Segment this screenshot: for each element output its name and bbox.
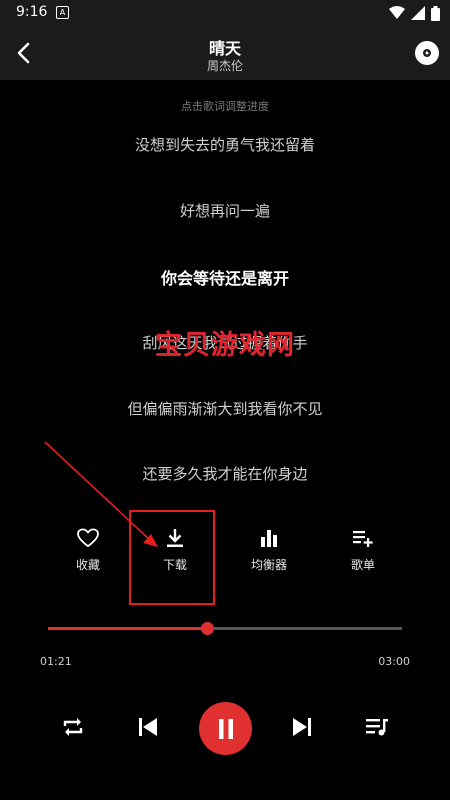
skip-previous-icon — [139, 718, 157, 736]
progress-fill — [48, 627, 208, 630]
status-icons — [389, 5, 440, 21]
lyric-line-current[interactable]: 你会等待还是离开 — [0, 265, 450, 289]
wifi-icon — [389, 6, 405, 19]
repeat-button[interactable] — [58, 712, 88, 742]
playback-controls — [0, 700, 450, 756]
lyric-line[interactable]: 好想再问一遍 — [0, 200, 450, 221]
signal-icon — [411, 6, 425, 20]
lyrics-seek-hint: 点击歌词调整进度 — [181, 100, 269, 113]
action-row: 收藏 下载 均衡器 歌单 — [0, 528, 450, 578]
favorite-label: 收藏 — [75, 558, 100, 572]
song-artist: 周杰伦 — [206, 59, 243, 73]
status-bar: 9:16 A — [0, 0, 450, 26]
repeat-icon — [63, 718, 83, 736]
watermark: 宝贝游戏网 — [155, 330, 295, 361]
skip-next-icon — [293, 718, 311, 736]
equalizer-button[interactable]: 均衡器 — [239, 528, 299, 573]
battery-icon — [431, 5, 440, 21]
lyric-line[interactable]: 没想到失去的勇气我还留着 — [0, 134, 450, 155]
equalizer-label: 均衡器 — [250, 558, 287, 572]
next-button[interactable] — [287, 712, 317, 742]
current-time: 01:21 — [40, 655, 72, 668]
disc-icon[interactable] — [414, 40, 440, 66]
playlist-add-icon — [353, 531, 373, 547]
queue-music-icon — [366, 719, 388, 736]
pause-button[interactable] — [199, 702, 252, 755]
status-time: 9:16 — [16, 4, 48, 20]
progress-thumb[interactable] — [201, 622, 215, 635]
pause-icon — [218, 718, 233, 739]
total-time: 03:00 — [378, 655, 410, 668]
notification-icon: A — [56, 6, 69, 19]
playlist-add-button[interactable]: 歌单 — [333, 528, 393, 573]
previous-button[interactable] — [133, 712, 163, 742]
equalizer-icon — [261, 530, 277, 547]
annotation-box — [129, 510, 215, 605]
favorite-button[interactable]: 收藏 — [58, 528, 118, 573]
lyric-line[interactable]: 还要多久我才能在你身边 — [0, 463, 450, 484]
player-header: 晴天 周杰伦 — [0, 26, 450, 80]
queue-button[interactable] — [362, 712, 392, 742]
heart-icon — [77, 528, 99, 548]
song-title: 晴天 — [208, 39, 241, 58]
lyric-line[interactable]: 但偏偏雨渐渐大到我看你不见 — [0, 398, 450, 419]
playlist-label: 歌单 — [350, 558, 375, 572]
progress-bar[interactable] — [48, 622, 402, 635]
